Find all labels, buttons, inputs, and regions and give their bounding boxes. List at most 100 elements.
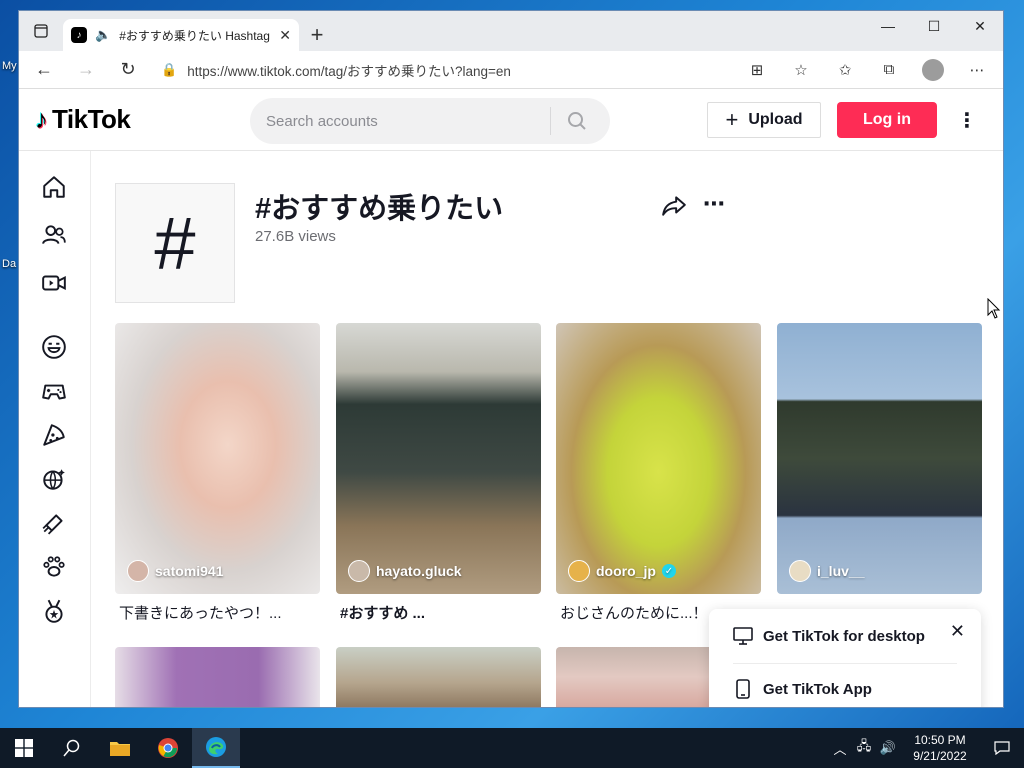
- video-thumbnail[interactable]: dooro_jp ✓: [556, 323, 761, 594]
- upload-button[interactable]: + Upload: [707, 102, 821, 138]
- maximize-button[interactable]: ☐: [911, 11, 957, 41]
- phone-icon: [736, 679, 750, 699]
- minimize-button[interactable]: —: [865, 11, 911, 41]
- comedy-icon[interactable]: [40, 333, 68, 361]
- home-icon[interactable]: [40, 173, 68, 201]
- window-controls: — ☐ ✕: [865, 11, 1003, 41]
- search-taskbar-icon[interactable]: [48, 728, 96, 768]
- taskbar: ︿ 🖧 🔊 10:50 PM 9/21/2022: [0, 728, 1024, 768]
- show-hidden-icons-icon[interactable]: ︿: [828, 739, 852, 758]
- search-icon[interactable]: [551, 98, 603, 144]
- video-thumbnail[interactable]: hayato.gluck: [336, 323, 541, 594]
- browser-window: ♪ 🔈 #おすすめ乗りたい Hashtag Vi ✕ + — ☐ ✕ ← → ↻…: [18, 10, 1004, 708]
- popup-divider: [733, 663, 957, 664]
- hashtag-more-icon[interactable]: ⋯: [703, 191, 725, 217]
- browser-tab[interactable]: ♪ 🔈 #おすすめ乗りたい Hashtag Vi ✕: [63, 19, 299, 51]
- edge-icon[interactable]: [192, 728, 240, 768]
- video-card[interactable]: hayato.gluck #おすすめ ...: [336, 323, 541, 623]
- author-avatar: [348, 560, 370, 582]
- volume-icon[interactable]: 🔊: [876, 740, 900, 756]
- search-input[interactable]: [250, 98, 550, 144]
- get-desktop-link[interactable]: Get TikTok for desktop: [733, 627, 925, 645]
- close-window-button[interactable]: ✕: [957, 11, 1003, 41]
- search-bar: [250, 98, 610, 144]
- video-thumbnail[interactable]: [115, 647, 320, 707]
- video-caption[interactable]: 下書きにあったやつ！...: [115, 602, 320, 623]
- author-name: i_luv__: [817, 563, 865, 579]
- author-name: hayato.gluck: [376, 563, 462, 579]
- views-count: 27.6B views: [255, 228, 336, 245]
- desktop-icon-label[interactable]: Da: [2, 258, 16, 270]
- desktop-icon-label[interactable]: My: [2, 60, 17, 72]
- clock-time: 10:50 PM: [914, 733, 966, 747]
- close-tab-icon[interactable]: ✕: [279, 27, 291, 44]
- lock-icon[interactable]: 🔒: [161, 62, 177, 78]
- logo-text: TikTok: [52, 104, 131, 134]
- clock[interactable]: 10:50 PM 9/21/2022: [900, 732, 980, 764]
- tab-actions-icon[interactable]: [19, 11, 63, 51]
- author-name: dooro_jp: [596, 563, 656, 579]
- video-caption[interactable]: #おすすめ ...: [336, 602, 541, 623]
- tab-title: #おすすめ乗りたい Hashtag Vi: [119, 28, 272, 43]
- video-thumbnail[interactable]: i_luv__: [777, 323, 982, 594]
- dance-icon[interactable]: [40, 465, 68, 493]
- video-card[interactable]: dooro_jp ✓ おじさんのために...！: [556, 323, 761, 623]
- video-author[interactable]: i_luv__: [789, 560, 864, 582]
- app-available-icon[interactable]: ⊞: [737, 54, 777, 86]
- video-card[interactable]: satomi941 下書きにあったやつ！...: [115, 323, 320, 623]
- tiktok-page: ♪ TikTok + Upload Log in ⋮: [19, 90, 1003, 707]
- start-button[interactable]: [0, 728, 48, 768]
- refresh-button[interactable]: ↻: [109, 54, 147, 86]
- settings-more-icon[interactable]: ⋯: [957, 54, 997, 86]
- chrome-icon[interactable]: [144, 728, 192, 768]
- more-options-icon[interactable]: ⋮: [955, 104, 979, 136]
- url-field[interactable]: 🔒 https://www.tiktok.com/tag/おすすめ乗りたい?la…: [151, 55, 733, 85]
- windows-logo-icon: [15, 739, 33, 757]
- login-button[interactable]: Log in: [837, 102, 937, 138]
- sports-icon[interactable]: [40, 597, 68, 625]
- video-thumbnail[interactable]: satomi941: [115, 323, 320, 594]
- tiktok-header: ♪ TikTok + Upload Log in ⋮: [19, 90, 1003, 151]
- author-avatar: [789, 560, 811, 582]
- network-icon[interactable]: 🖧: [852, 737, 876, 759]
- beauty-icon[interactable]: [40, 509, 68, 537]
- gaming-icon[interactable]: [40, 377, 68, 405]
- video-card[interactable]: [115, 647, 320, 707]
- live-icon[interactable]: [40, 269, 68, 297]
- get-app-popup: Get TikTok for desktop ✕ Get TikTok App: [709, 609, 981, 707]
- profile-avatar: [922, 58, 944, 81]
- profile-button[interactable]: [913, 54, 953, 86]
- system-tray: ︿ 🖧 🔊 10:50 PM 9/21/2022: [828, 728, 1024, 768]
- back-button[interactable]: ←: [25, 54, 63, 86]
- forward-button[interactable]: →: [67, 54, 105, 86]
- share-icon[interactable]: [661, 193, 689, 221]
- author-avatar: [568, 560, 590, 582]
- speaker-icon[interactable]: 🔈: [95, 27, 111, 43]
- video-author[interactable]: satomi941: [127, 560, 223, 582]
- add-favorite-icon[interactable]: ☆: [781, 54, 821, 86]
- food-icon[interactable]: [40, 421, 68, 449]
- hashtag-icon: #: [115, 183, 235, 303]
- animals-icon[interactable]: [40, 553, 68, 581]
- video-author[interactable]: hayato.gluck: [348, 560, 462, 582]
- new-tab-button[interactable]: +: [299, 19, 335, 51]
- favorites-icon[interactable]: ✩: [825, 54, 865, 86]
- upload-label: Upload: [748, 111, 803, 128]
- tiktok-note-icon: ♪: [35, 104, 48, 134]
- get-desktop-label: Get TikTok for desktop: [763, 627, 925, 645]
- get-app-link[interactable]: Get TikTok App: [733, 679, 872, 699]
- video-card[interactable]: [336, 647, 541, 707]
- collections-icon[interactable]: ⧉: [869, 54, 909, 86]
- hashtag-title: #おすすめ乗りたい: [255, 193, 504, 225]
- video-card[interactable]: i_luv__: [777, 323, 982, 602]
- tiktok-logo[interactable]: ♪ TikTok: [35, 104, 131, 135]
- close-popup-icon[interactable]: ✕: [950, 621, 965, 642]
- video-author[interactable]: dooro_jp ✓: [568, 560, 676, 582]
- video-thumbnail[interactable]: [336, 647, 541, 707]
- tiktok-favicon-icon: ♪: [71, 27, 87, 43]
- following-icon[interactable]: [40, 221, 68, 249]
- mouse-cursor-icon: [987, 297, 1001, 325]
- file-explorer-icon[interactable]: [96, 728, 144, 768]
- author-name: satomi941: [155, 563, 224, 579]
- notifications-icon[interactable]: [980, 728, 1024, 768]
